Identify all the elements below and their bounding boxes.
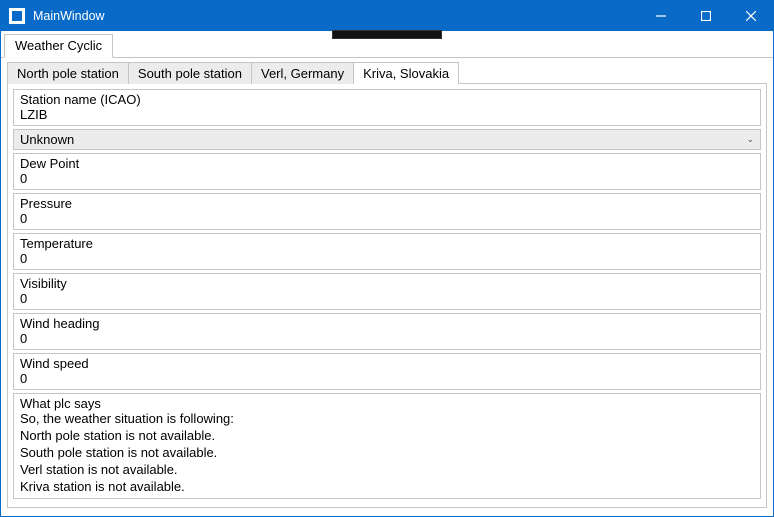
title-bar: MainWindow bbox=[1, 1, 773, 31]
inner-tab-content: Station name (ICAO) LZIB Unknown ⌄ Dew P… bbox=[7, 83, 767, 508]
inner-tab-strip: North pole station South pole station Ve… bbox=[7, 62, 767, 84]
field-value: 0 bbox=[20, 251, 754, 266]
wind-speed-group: Wind speed 0 bbox=[13, 353, 761, 390]
field-label: Dew Point bbox=[20, 156, 754, 171]
outer-tab-content: North pole station South pole station Ve… bbox=[1, 58, 773, 514]
field-value: 0 bbox=[20, 371, 754, 386]
tab-label: South pole station bbox=[138, 66, 242, 81]
field-value: 0 bbox=[20, 331, 754, 346]
field-label: Wind speed bbox=[20, 356, 754, 371]
station-name-group: Station name (ICAO) LZIB bbox=[13, 89, 761, 126]
window-title: MainWindow bbox=[33, 9, 105, 23]
dew-point-group: Dew Point 0 bbox=[13, 153, 761, 190]
maximize-button[interactable] bbox=[683, 1, 728, 31]
tab-label: Weather Cyclic bbox=[15, 38, 102, 53]
combo-selected: Unknown bbox=[20, 132, 74, 147]
field-label: Pressure bbox=[20, 196, 754, 211]
tab-weather-cyclic[interactable]: Weather Cyclic bbox=[4, 34, 113, 58]
plc-group: What plc says So, the weather situation … bbox=[13, 393, 761, 499]
tab-south-pole[interactable]: South pole station bbox=[128, 62, 252, 84]
tab-north-pole[interactable]: North pole station bbox=[7, 62, 129, 84]
field-label: Wind heading bbox=[20, 316, 754, 331]
chevron-down-icon: ⌄ bbox=[746, 134, 754, 145]
tab-label: Verl, Germany bbox=[261, 66, 344, 81]
close-button[interactable] bbox=[728, 1, 773, 31]
status-combo-row: Unknown ⌄ bbox=[13, 129, 761, 150]
tab-kriva[interactable]: Kriva, Slovakia bbox=[353, 62, 459, 84]
client-area: Weather Cyclic North pole station South … bbox=[1, 31, 773, 514]
window-controls bbox=[638, 1, 773, 31]
plc-text: So, the weather situation is following: … bbox=[20, 411, 754, 495]
field-label: Visibility bbox=[20, 276, 754, 291]
app-icon bbox=[9, 8, 25, 24]
station-name-value: LZIB bbox=[20, 107, 754, 122]
field-value: 0 bbox=[20, 171, 754, 186]
field-value: 0 bbox=[20, 291, 754, 306]
pressure-group: Pressure 0 bbox=[13, 193, 761, 230]
minimize-button[interactable] bbox=[638, 1, 683, 31]
field-value: 0 bbox=[20, 211, 754, 226]
station-name-label: Station name (ICAO) bbox=[20, 92, 754, 107]
field-label: Temperature bbox=[20, 236, 754, 251]
visibility-group: Visibility 0 bbox=[13, 273, 761, 310]
status-combo[interactable]: Unknown ⌄ bbox=[13, 129, 761, 150]
tab-label: Kriva, Slovakia bbox=[363, 66, 449, 81]
tab-verl[interactable]: Verl, Germany bbox=[251, 62, 354, 84]
plc-label: What plc says bbox=[20, 396, 754, 411]
tab-label: North pole station bbox=[17, 66, 119, 81]
outer-tab-strip: Weather Cyclic bbox=[1, 31, 773, 58]
wind-heading-group: Wind heading 0 bbox=[13, 313, 761, 350]
temperature-group: Temperature 0 bbox=[13, 233, 761, 270]
